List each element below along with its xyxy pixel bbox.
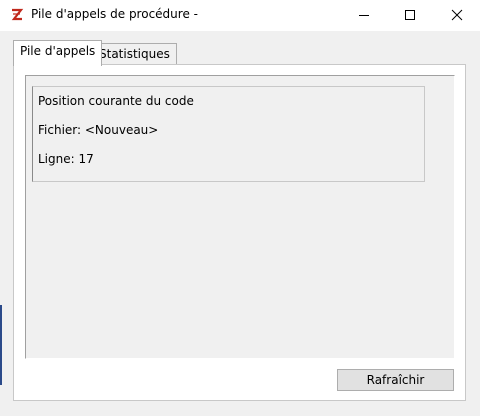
code-position-box: Position courante du code Fichier: <Nouv… — [32, 86, 425, 182]
tab-statistiques[interactable]: Statistiques — [92, 43, 177, 65]
content-area: Position courante du code Fichier: <Nouv… — [25, 75, 455, 359]
file-label: Fichier: <Nouveau> — [38, 123, 159, 137]
maximize-button[interactable] — [387, 0, 433, 30]
minimize-button[interactable] — [341, 0, 387, 30]
window-title: Pile d'appels de procédure - — [31, 7, 198, 21]
background-window-edge — [0, 305, 2, 385]
close-button[interactable] — [434, 0, 480, 30]
minimize-icon — [359, 15, 369, 16]
refresh-button[interactable]: Rafraîchir — [337, 369, 454, 391]
line-number-label: Ligne: 17 — [38, 152, 94, 166]
maximize-icon — [405, 10, 415, 20]
title-bar[interactable]: Pile d'appels de procédure - — [0, 0, 480, 31]
tab-panel: Position courante du code Fichier: <Nouv… — [13, 64, 466, 401]
tab-strip: Pile d'appels Statistiques — [0, 31, 480, 66]
tab-pile-appels[interactable]: Pile d'appels — [13, 40, 103, 66]
close-icon — [451, 9, 463, 21]
dialog-window: Pile d'appels de procédure - Pile d'appe… — [0, 0, 480, 416]
code-position-heading: Position courante du code — [38, 94, 194, 108]
app-logo-icon — [10, 7, 24, 23]
